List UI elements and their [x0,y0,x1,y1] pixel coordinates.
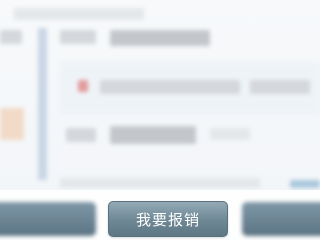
blurred-row3-text [60,178,260,188]
blurred-row2-title [110,126,196,144]
blurred-avatar [0,108,24,140]
blurred-card-text [100,80,240,94]
blurred-row2-extra [210,128,250,140]
blurred-status-dot [78,80,88,92]
blurred-row2-label [66,128,96,142]
blurred-header-text [14,8,144,20]
blurred-row3-accent [290,180,320,188]
blurred-card-text-2 [250,80,310,94]
blurred-row-label [60,30,96,44]
right-action-button[interactable] [242,202,320,236]
reimburse-button[interactable]: 我要报销 [108,201,228,237]
blurred-row-title [110,30,210,46]
reimbursement-screen: 我要报销 [0,0,320,240]
blurred-row-date [0,30,22,44]
timeline-line [38,28,47,180]
left-action-button[interactable] [0,202,96,236]
